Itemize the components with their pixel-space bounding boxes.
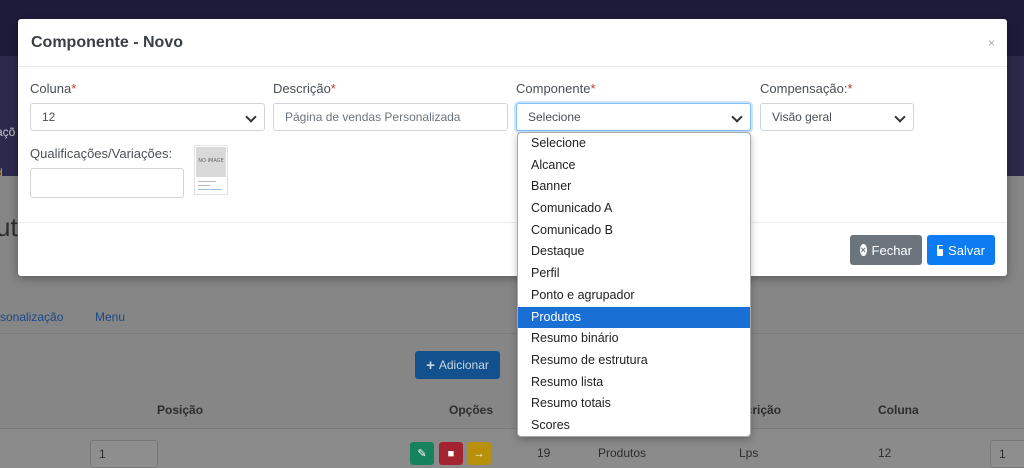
nav-item-text: raçõ: [0, 125, 16, 139]
component-modal: Componente - Novo × Coluna* 12 Descrição…: [18, 19, 1007, 276]
image-thumbnail[interactable]: NO IMAGE: [194, 145, 228, 195]
thumbnail-line: [198, 189, 222, 190]
required-marker: *: [330, 81, 336, 96]
descricao-input[interactable]: Página de vendas Personalizada: [273, 103, 508, 131]
componente-value: Selecione: [528, 110, 581, 124]
thumbnail-line: [198, 185, 210, 186]
coluna-select[interactable]: 12: [30, 103, 265, 131]
dropdown-option[interactable]: Selecione: [518, 133, 750, 155]
cell-id: 19: [537, 446, 551, 460]
close-button-label: Fechar: [871, 242, 912, 258]
qualificacoes-input[interactable]: [30, 168, 184, 198]
trash-icon: ■: [447, 447, 455, 460]
arrow-right-icon: →: [473, 447, 485, 460]
close-icon[interactable]: ×: [988, 36, 995, 50]
delete-button[interactable]: ■: [439, 442, 463, 465]
cell-description: Lps: [739, 446, 759, 460]
required-marker: *: [847, 81, 853, 96]
thumbnail-line: [198, 181, 216, 182]
coluna-label-text: Coluna: [30, 81, 72, 96]
table-header-coluna: Coluna: [878, 403, 919, 417]
descricao-label-text: Descrição: [273, 81, 331, 96]
coluna-label: Coluna*: [30, 81, 76, 96]
position-input[interactable]: 1: [90, 440, 158, 468]
save-button-label: Salvar: [948, 242, 985, 258]
dropdown-option[interactable]: Resumo binário: [518, 328, 750, 350]
compensacao-label: Compensação:*: [760, 81, 853, 96]
times-circle-icon: ×: [860, 244, 867, 256]
compensacao-label-text: Compensação:: [760, 81, 848, 96]
add-button-label: Adicionar: [438, 358, 489, 372]
descricao-placeholder: Página de vendas Personalizada: [285, 110, 461, 124]
componente-select[interactable]: Selecione: [516, 103, 751, 131]
dropdown-option[interactable]: Resumo totais: [518, 393, 750, 415]
table-header-opcoes: Opções: [449, 403, 494, 417]
cell-column: 12: [878, 446, 892, 460]
save-icon: [937, 244, 945, 256]
plus-icon: +: [426, 356, 435, 374]
move-button[interactable]: →: [467, 442, 491, 465]
dropdown-option[interactable]: Ponto e agrupador: [518, 285, 750, 307]
tab-personalizacao[interactable]: rsonalização: [0, 310, 63, 324]
componente-dropdown: Selecione Alcance Banner Comunicado A Co…: [517, 132, 751, 437]
pencil-icon: ✎: [417, 448, 427, 460]
dropdown-option[interactable]: Destaque: [518, 241, 750, 263]
compensacao-value: Visão geral: [772, 110, 832, 124]
modal-title: Componente - Novo: [31, 34, 183, 51]
coluna-value: 12: [42, 110, 56, 124]
no-image-placeholder: NO IMAGE: [196, 147, 226, 177]
cell-component: Produtos: [598, 446, 647, 460]
dropdown-option-highlighted[interactable]: Produtos: [518, 306, 750, 329]
add-button[interactable]: + Adicionar: [415, 351, 500, 379]
componente-label: Componente*: [516, 81, 596, 96]
modal-footer: × Fechar Salvar: [18, 222, 1007, 276]
edit-button[interactable]: ✎: [410, 442, 434, 465]
required-marker: *: [590, 81, 596, 96]
page-title: ut: [0, 212, 18, 242]
tab-menu[interactable]: Menu: [95, 310, 125, 324]
required-marker: *: [71, 81, 77, 96]
dropdown-option[interactable]: Resumo lista: [518, 372, 750, 394]
dropdown-option[interactable]: Alcance: [518, 155, 750, 177]
close-button[interactable]: × Fechar: [850, 235, 922, 265]
dropdown-option[interactable]: Comunicado A: [518, 198, 750, 220]
save-button[interactable]: Salvar: [927, 235, 995, 265]
dropdown-option[interactable]: Scores: [518, 415, 750, 436]
dropdown-option[interactable]: Comunicado B: [518, 220, 750, 242]
qualificacoes-label: Qualificações/Variações:: [30, 146, 173, 161]
compensacao-select[interactable]: Visão geral: [760, 103, 914, 131]
table-header-posicao: Posição: [157, 403, 204, 417]
descricao-label: Descrição*: [273, 81, 336, 96]
tab-bar: rsonalização Menu: [0, 304, 1024, 334]
dropdown-option[interactable]: Resumo de estrutura: [518, 350, 750, 372]
dropdown-option[interactable]: Banner: [518, 176, 750, 198]
position-input-right[interactable]: 1: [990, 440, 1024, 468]
componente-label-text: Componente: [516, 81, 591, 96]
dropdown-option[interactable]: Perfil: [518, 263, 750, 285]
modal-header: Componente - Novo ×: [18, 19, 1007, 67]
